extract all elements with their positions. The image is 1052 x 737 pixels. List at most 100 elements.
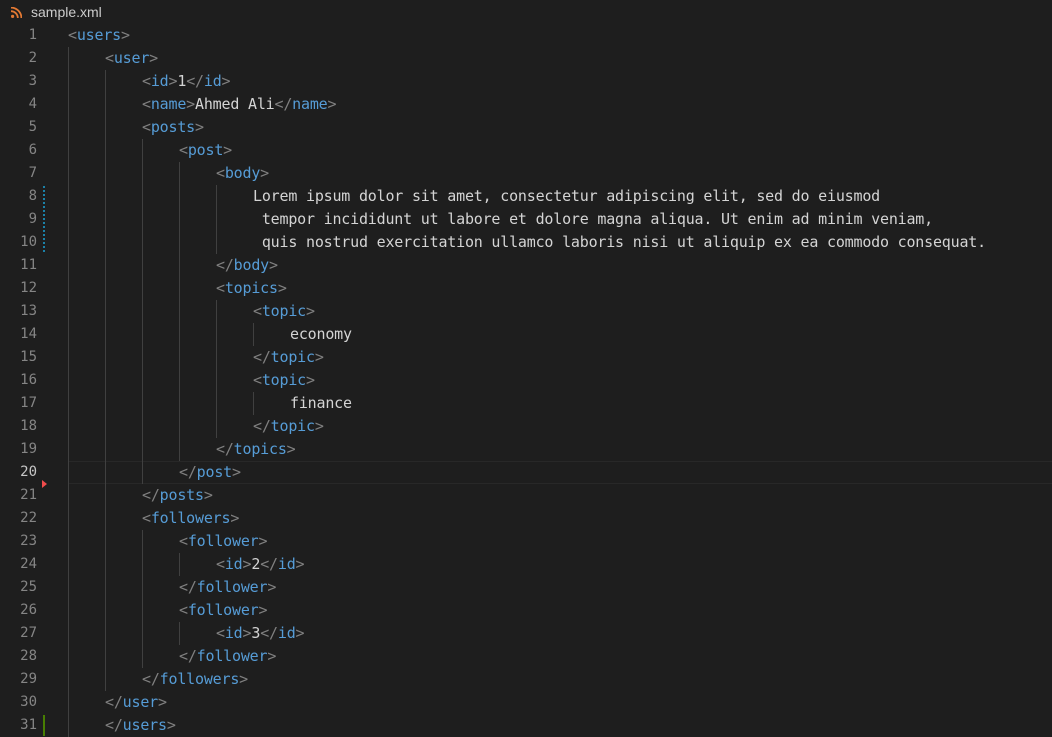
code-text[interactable]: tempor incididunt ut labore et dolore ma… [253,208,933,231]
xml-text: 3 [251,624,261,642]
code-text[interactable]: Lorem ipsum dolor sit amet, consectetur … [253,185,880,208]
code-line[interactable]: 14 economy [0,323,1052,346]
line-number[interactable]: 9 [0,208,37,231]
line-number[interactable]: 15 [0,346,37,369]
line-number[interactable]: 28 [0,645,37,668]
line-number[interactable]: 8 [0,185,37,208]
code-line[interactable]: 27 <id>3</id> [0,622,1052,645]
deleted-lines-marker[interactable] [42,480,47,488]
line-number[interactable]: 6 [0,139,37,162]
code-text[interactable]: </topic> [253,346,324,369]
code-line[interactable]: 8 Lorem ipsum dolor sit amet, consectetur… [0,185,1052,208]
code-text[interactable]: </follower> [179,645,276,668]
line-number[interactable]: 25 [0,576,37,599]
code-line[interactable]: 12 <topics> [0,277,1052,300]
line-number[interactable]: 14 [0,323,37,346]
line-number[interactable]: 18 [0,415,37,438]
code-line[interactable]: 25 </follower> [0,576,1052,599]
code-line[interactable]: 13 <topic> [0,300,1052,323]
code-text[interactable]: <follower> [179,599,268,622]
code-line[interactable]: 18 </topic> [0,415,1052,438]
line-number[interactable]: 2 [0,47,37,70]
line-number[interactable]: 1 [0,24,37,47]
code-text[interactable]: economy [290,323,352,346]
code-text[interactable]: <name>Ahmed Ali</name> [142,93,337,116]
code-text[interactable]: </topics> [216,438,296,461]
code-text[interactable]: <followers> [142,507,239,530]
code-text[interactable]: <body> [216,162,269,185]
code-text[interactable]: finance [290,392,352,415]
code-line[interactable]: 30 </user> [0,691,1052,714]
code-line[interactable]: 7 <body> [0,162,1052,185]
line-number[interactable]: 10 [0,231,37,254]
xml-bracket: < [179,532,188,550]
code-line[interactable]: 4 <name>Ahmed Ali</name> [0,93,1052,116]
line-number[interactable]: 3 [0,70,37,93]
code-text[interactable]: </body> [216,254,278,277]
modified-lines-marker[interactable] [43,186,45,253]
xml-bracket: </ [179,463,197,481]
code-text[interactable]: </followers> [142,668,248,691]
code-text[interactable]: </follower> [179,576,276,599]
code-line[interactable]: 19 </topics> [0,438,1052,461]
code-line[interactable]: 10 quis nostrud exercitation ullamco lab… [0,231,1052,254]
code-line[interactable]: 24 <id>2</id> [0,553,1052,576]
code-text[interactable]: </posts> [142,484,213,507]
code-text[interactable]: <id>2</id> [216,553,305,576]
line-number[interactable]: 21 [0,484,37,507]
line-number[interactable]: 29 [0,668,37,691]
code-text[interactable]: </user> [105,691,167,714]
line-number[interactable]: 27 [0,622,37,645]
code-text[interactable]: </post> [179,461,241,484]
code-text[interactable]: </topic> [253,415,324,438]
code-line[interactable]: 1 <users> [0,24,1052,47]
line-number[interactable]: 17 [0,392,37,415]
code-text[interactable]: <topic> [253,369,315,392]
added-lines-marker[interactable] [43,715,45,736]
code-line[interactable]: 20 </post> [0,461,1052,484]
line-number[interactable]: 23 [0,530,37,553]
code-line[interactable]: 28 </follower> [0,645,1052,668]
line-number[interactable]: 7 [0,162,37,185]
code-line[interactable]: 11 </body> [0,254,1052,277]
line-number[interactable]: 13 [0,300,37,323]
code-text[interactable]: <id>3</id> [216,622,305,645]
code-editor[interactable]: 1 <users> 2 <user> 3 <id>1</id> 4 <name>Ahmed A… [0,24,1052,737]
code-line[interactable]: 15 </topic> [0,346,1052,369]
code-line[interactable]: 6 <post> [0,139,1052,162]
line-number[interactable]: 24 [0,553,37,576]
line-number[interactable]: 30 [0,691,37,714]
code-line[interactable]: 29 </followers> [0,668,1052,691]
code-line[interactable]: 16 <topic> [0,369,1052,392]
line-number[interactable]: 22 [0,507,37,530]
code-text[interactable]: <user> [105,47,158,70]
code-line[interactable]: 23 <follower> [0,530,1052,553]
code-text[interactable]: <users> [68,24,130,47]
line-number[interactable]: 19 [0,438,37,461]
code-line[interactable]: 22 <followers> [0,507,1052,530]
line-number[interactable]: 20 [0,461,37,484]
code-line[interactable]: 9 tempor incididunt ut labore et dolore … [0,208,1052,231]
code-text[interactable]: <posts> [142,116,204,139]
code-text[interactable]: <post> [179,139,232,162]
line-number[interactable]: 11 [0,254,37,277]
line-number[interactable]: 16 [0,369,37,392]
code-line[interactable]: 26 <follower> [0,599,1052,622]
code-text[interactable]: quis nostrud exercitation ullamco labori… [253,231,986,254]
line-number[interactable]: 12 [0,277,37,300]
xml-text: quis nostrud exercitation ullamco labori… [253,233,986,251]
code-line[interactable]: 3 <id>1</id> [0,70,1052,93]
editor-tab[interactable]: sample.xml [0,0,1052,24]
code-line[interactable]: 17 finance [0,392,1052,415]
code-line[interactable]: 5 <posts> [0,116,1052,139]
xml-tag-name: follower [196,647,268,665]
line-number[interactable]: 26 [0,599,37,622]
code-line[interactable]: 2 <user> [0,47,1052,70]
line-number[interactable]: 5 [0,116,37,139]
code-text[interactable]: <topics> [216,277,287,300]
code-text[interactable]: <topic> [253,300,315,323]
code-text[interactable]: <follower> [179,530,268,553]
code-line[interactable]: 21 </posts> [0,484,1052,507]
code-text[interactable]: <id>1</id> [142,70,231,93]
line-number[interactable]: 4 [0,93,37,116]
